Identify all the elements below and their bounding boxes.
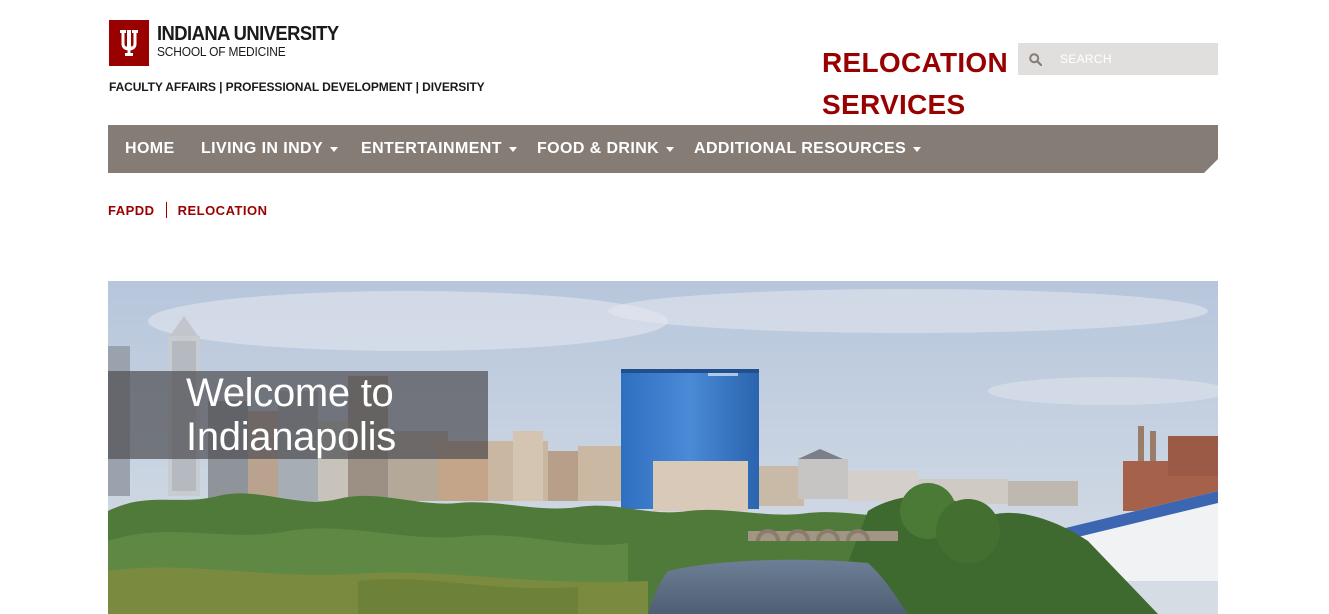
breadcrumb-item-fapdd[interactable]: FAPDD	[108, 203, 155, 218]
search-bar	[1018, 43, 1218, 75]
nav-corner-notch	[1204, 159, 1218, 173]
breadcrumb-item-relocation[interactable]: RELOCATION	[178, 203, 268, 218]
welcome-banner: Welcome to Indianapolis	[108, 371, 488, 459]
nav-item-label: FOOD & DRINK	[537, 140, 660, 157]
welcome-line-2: Indianapolis	[186, 415, 396, 459]
nav-item-living-in-indy[interactable]: LIVING IN INDY	[201, 140, 339, 158]
nav-item-food-drink[interactable]: FOOD & DRINK	[537, 140, 675, 158]
trident-icon	[109, 20, 149, 66]
search-icon[interactable]	[1028, 52, 1042, 66]
nav-item-additional-resources[interactable]: ADDITIONAL RESOURCES	[694, 140, 922, 158]
breadcrumb: FAPDD RELOCATION	[108, 202, 268, 218]
caret-down-icon	[508, 147, 517, 152]
caret-down-icon	[913, 147, 922, 152]
nav-item-label: ENTERTAINMENT	[361, 140, 502, 157]
site-title[interactable]: RELOCATION SERVICES	[822, 42, 1012, 126]
logo-university-name: INDIANA UNIVERSITY	[157, 23, 339, 45]
welcome-heading: Welcome to Indianapolis	[186, 371, 396, 459]
nav-item-label: ADDITIONAL RESOURCES	[694, 140, 907, 157]
iu-logo[interactable]: INDIANA UNIVERSITY SCHOOL OF MEDICINE	[109, 20, 354, 66]
nav-item-entertainment[interactable]: ENTERTAINMENT	[361, 140, 517, 158]
caret-down-icon	[330, 147, 339, 152]
main-nav: HOME LIVING IN INDY ENTERTAINMENT FOOD &…	[108, 125, 1218, 173]
nav-item-label: LIVING IN INDY	[201, 140, 324, 157]
search-input[interactable]	[1060, 52, 1200, 66]
welcome-line-1: Welcome to	[186, 371, 394, 415]
logo-school-name: SCHOOL OF MEDICINE	[157, 44, 286, 59]
nav-item-home[interactable]: HOME	[125, 140, 175, 158]
nav-item-label: HOME	[125, 140, 175, 157]
caret-down-icon	[666, 147, 675, 152]
breadcrumb-separator	[165, 202, 167, 218]
department-tagline: FACULTY AFFAIRS | PROFESSIONAL DEVELOPME…	[109, 80, 485, 94]
